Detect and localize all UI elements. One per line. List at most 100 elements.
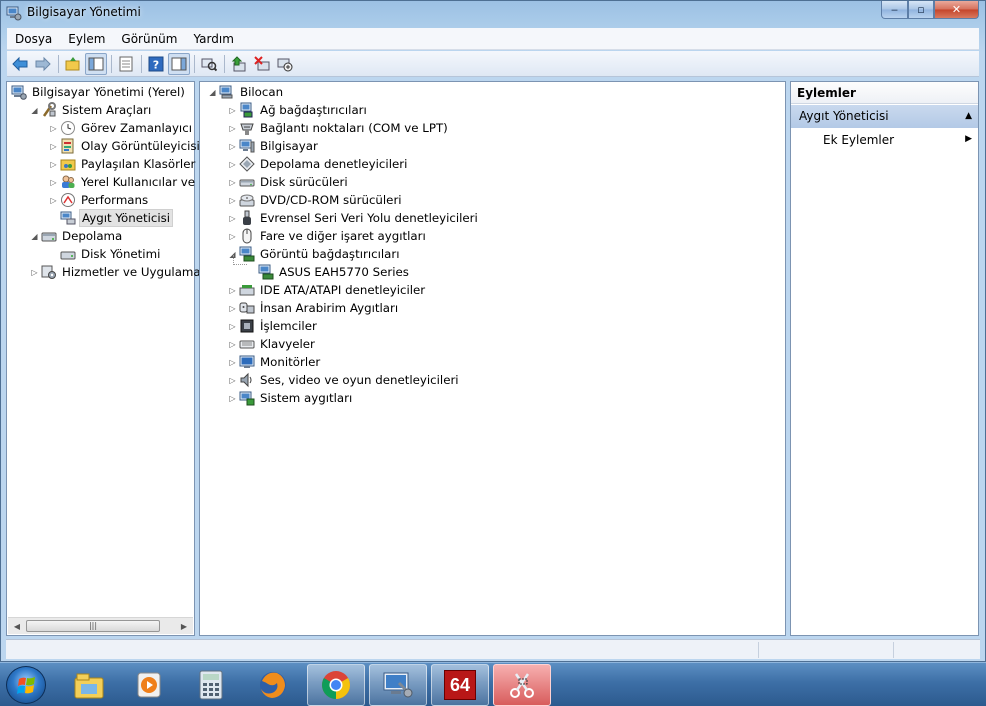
console-tree-item[interactable]: ▷ Paylaşılan Klasörler <box>49 155 197 173</box>
expand-arrow-icon[interactable]: ▷ <box>228 196 237 205</box>
device-category[interactable]: ▷ DVD/CD-ROM sürücüleri <box>228 191 404 209</box>
title-bar[interactable]: Bilgisayar Yönetimi ‒ ▫ ✕ <box>1 1 985 25</box>
device-label: İnsan Arabirim Aygıtları <box>260 301 399 315</box>
device-item[interactable]: ASUS EAH5770 Series <box>247 263 411 281</box>
expand-arrow-icon <box>247 268 256 277</box>
disable-device-button[interactable] <box>274 53 296 75</box>
expand-arrow-icon[interactable]: ▷ <box>30 268 39 277</box>
device-category[interactable]: ▷ İnsan Arabirim Aygıtları <box>228 299 400 317</box>
uninstall-device-button[interactable] <box>251 53 273 75</box>
console-tree-item[interactable]: ▷ Hizmetler ve Uygulamalar <box>30 263 218 281</box>
computer-management-icon <box>6 6 22 21</box>
console-tree-pane[interactable]: Bilgisayar Yönetimi (Yerel) ◢ Sistem Araçl… <box>6 81 220 636</box>
maximize-button[interactable]: ▫ <box>908 1 934 19</box>
actions-section-header[interactable]: Aygıt Yöneticisi ▲ <box>791 105 978 128</box>
taskbar-computer-management[interactable] <box>369 664 427 706</box>
taskbar-chrome[interactable] <box>307 664 365 706</box>
show-hide-console-tree-button[interactable] <box>85 52 107 75</box>
device-category[interactable]: ▷ İşlemciler <box>228 317 319 335</box>
console-tree-item[interactable]: ▷ Görev Zamanlayıcı <box>49 119 194 137</box>
scroll-left-arrow-icon[interactable]: ◀ <box>9 618 25 634</box>
maximize-icon: ▫ <box>917 3 925 16</box>
start-button[interactable] <box>6 666 46 704</box>
console-tree-item-label: Aygıt Yöneticisi <box>79 209 174 227</box>
properties-button[interactable] <box>115 53 137 75</box>
expand-arrow-icon[interactable]: ▷ <box>49 142 58 151</box>
device-category[interactable]: ▷ Monitörler <box>228 353 322 371</box>
menu-gorunum[interactable]: Görünüm <box>113 32 185 46</box>
device-category[interactable]: ▷ Disk sürücüleri <box>228 173 350 191</box>
collapse-arrow-icon[interactable]: ◢ <box>30 232 39 241</box>
console-tree-item[interactable]: ▷ Performans <box>49 191 150 209</box>
console-tree-item[interactable]: ▷ Yerel Kullanıcılar ve Gru <box>49 173 222 191</box>
device-category[interactable]: ▷ IDE ATA/ATAPI denetleyiciler <box>228 281 427 299</box>
menu-dosya[interactable]: Dosya <box>7 32 60 46</box>
device-category[interactable]: ▷ Klavyeler <box>228 335 317 353</box>
expand-arrow-icon[interactable]: ▷ <box>228 376 237 385</box>
taskbar-aida64[interactable]: 64 <box>431 664 489 706</box>
collapse-arrow-icon[interactable]: ◢ <box>30 106 39 115</box>
collapse-up-icon[interactable]: ▲ <box>965 111 972 121</box>
console-tree-item[interactable]: ◢ Depolama <box>30 227 124 245</box>
expand-arrow-icon[interactable]: ▷ <box>49 178 58 187</box>
taskbar-firefox[interactable] <box>244 664 302 706</box>
minimize-button[interactable]: ‒ <box>881 1 908 19</box>
expand-arrow-icon[interactable]: ▷ <box>228 394 237 403</box>
scan-hardware-button[interactable] <box>198 53 220 75</box>
forward-button[interactable] <box>32 53 54 75</box>
expand-arrow-icon[interactable]: ▷ <box>49 160 58 169</box>
scrollbar-thumb[interactable]: ||| <box>26 620 160 632</box>
update-driver-button[interactable] <box>228 53 250 75</box>
expand-arrow-icon[interactable]: ▷ <box>228 322 237 331</box>
expand-arrow-icon[interactable]: ▷ <box>228 358 237 367</box>
device-tree-root[interactable]: ◢ Bilocan <box>208 83 285 101</box>
expand-arrow-icon[interactable]: ▷ <box>228 124 237 133</box>
console-tree-item[interactable]: ▷ Olay Görüntüleyicisi <box>49 137 202 155</box>
device-tree-pane[interactable]: ◢ Bilocan ▷ Ağ bağdaştırıcıları ▷ Bağlantı no… <box>199 81 786 636</box>
expand-arrow-icon[interactable]: ▷ <box>228 340 237 349</box>
expand-arrow-icon[interactable]: ▷ <box>49 196 58 205</box>
collapse-arrow-icon[interactable]: ◢ <box>208 88 217 97</box>
device-category[interactable]: ▷ Ses, video ve oyun denetleyicileri <box>228 371 461 389</box>
back-button[interactable] <box>9 53 31 75</box>
help-button[interactable]: ? <box>145 53 167 75</box>
console-tree-item[interactable]: ◢ Sistem Araçları <box>30 101 153 119</box>
device-category[interactable]: ▷ Bağlantı noktaları (COM ve LPT) <box>228 119 450 137</box>
taskbar-calculator[interactable] <box>182 664 240 706</box>
show-action-pane-button[interactable] <box>168 52 190 75</box>
device-category[interactable]: ▷ Fare ve diğer işaret aygıtları <box>228 227 428 245</box>
expand-arrow-icon[interactable]: ▷ <box>228 160 237 169</box>
device-category[interactable]: ▷ Ağ bağdaştırıcıları <box>228 101 369 119</box>
console-tree-item-label: Hizmetler ve Uygulamalar <box>62 265 217 279</box>
expand-arrow-icon[interactable]: ▷ <box>228 232 237 241</box>
expand-arrow-icon[interactable]: ▷ <box>228 106 237 115</box>
horizontal-scrollbar[interactable]: ◀ ||| ▶ <box>8 617 193 634</box>
device-category[interactable]: ▷ Bilgisayar <box>228 137 320 155</box>
expand-arrow-icon[interactable]: ▷ <box>228 214 237 223</box>
expand-arrow-icon[interactable]: ▷ <box>228 304 237 313</box>
device-category[interactable]: ◢ Görüntü bağdaştırıcıları <box>228 245 402 263</box>
taskbar-media-player[interactable] <box>120 664 178 706</box>
menu-eylem[interactable]: Eylem <box>60 32 113 46</box>
menu-yardim[interactable]: Yardım <box>185 32 241 46</box>
console-tree-item[interactable]: Disk Yönetimi <box>49 245 162 263</box>
taskbar-snipping-tool[interactable] <box>493 664 551 706</box>
scroll-right-arrow-icon[interactable]: ▶ <box>176 618 192 634</box>
close-button[interactable]: ✕ <box>934 1 979 19</box>
expand-arrow-icon[interactable]: ▷ <box>228 178 237 187</box>
console-tree-item[interactable]: Bilgisayar Yönetimi (Yerel) <box>11 83 187 101</box>
device-category[interactable]: ▷ Sistem aygıtları <box>228 389 354 407</box>
taskbar-explorer[interactable] <box>60 664 118 706</box>
more-actions-item[interactable]: Ek Eylemler ▶ <box>791 129 978 151</box>
expand-arrow-icon[interactable]: ▷ <box>49 124 58 133</box>
device-category[interactable]: ▷ Evrensel Seri Veri Yolu denetleyicileri <box>228 209 480 227</box>
device-category[interactable]: ▷ Depolama denetleyicileri <box>228 155 409 173</box>
console-tree-item-label: Disk Yönetimi <box>81 247 161 261</box>
actions-section-label: Aygıt Yöneticisi <box>799 109 889 123</box>
console-tree-item[interactable]: Aygıt Yöneticisi <box>49 209 174 227</box>
windows-logo-icon <box>17 677 35 694</box>
expand-arrow-icon[interactable]: ▷ <box>228 286 237 295</box>
expand-arrow-icon[interactable]: ▷ <box>228 142 237 151</box>
up-one-level-button[interactable] <box>62 53 84 75</box>
device-label: Fare ve diğer işaret aygıtları <box>260 229 426 243</box>
